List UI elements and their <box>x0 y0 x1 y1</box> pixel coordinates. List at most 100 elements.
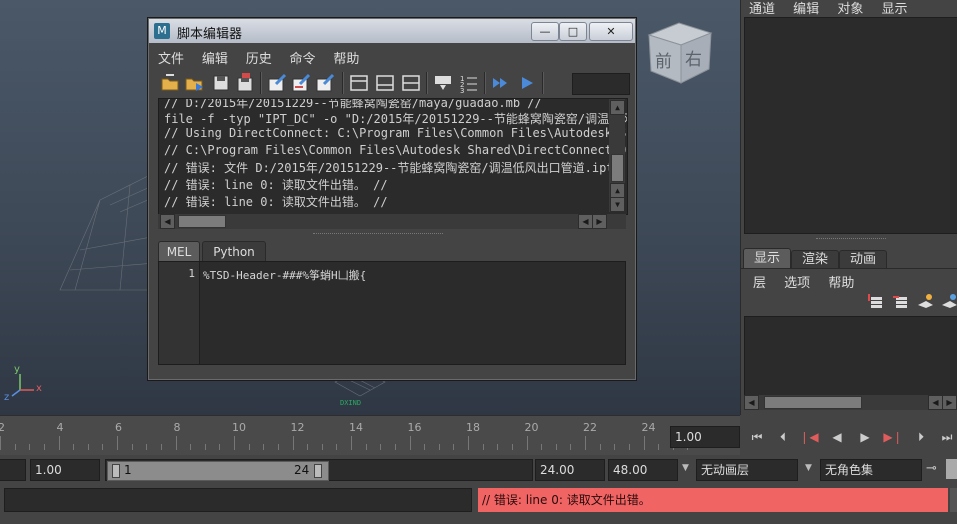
timeline-tick <box>482 444 484 450</box>
timeline-tick-label: 18 <box>466 421 480 434</box>
menu-file[interactable]: 文件 <box>158 52 184 67</box>
step-back-frame-icon[interactable]: ❘◀ <box>798 427 820 447</box>
command-input[interactable] <box>4 488 472 512</box>
channel-box-menu-edit[interactable]: 编辑 <box>793 2 819 17</box>
toolbar-search-field[interactable] <box>572 73 630 95</box>
range-handle-start[interactable] <box>112 464 120 478</box>
scroll-left-icon[interactable]: ◀ <box>744 395 759 410</box>
step-back-key-icon[interactable]: ⏴ <box>772 427 794 447</box>
save-script-icon[interactable] <box>210 72 232 94</box>
line-numbers-icon[interactable]: 123 <box>458 72 480 95</box>
menu-help[interactable]: 帮助 <box>333 52 359 67</box>
range-start-label: 1 <box>124 463 132 477</box>
channel-box-menu-channels[interactable]: 通道 <box>749 2 775 17</box>
script-editor-toggle[interactable] <box>950 488 957 512</box>
layer-list[interactable] <box>744 316 957 396</box>
timeline-tick <box>234 436 235 450</box>
character-set-dropdown-arrow-icon[interactable]: ▼ <box>805 463 812 473</box>
maya-app-icon: M <box>154 23 170 39</box>
step-forward-key-icon[interactable]: ⏵ <box>910 427 932 447</box>
pane-splitter[interactable] <box>313 233 443 237</box>
script-editor-titlebar[interactable]: M 脚本编辑器 — □ ✕ <box>149 19 635 43</box>
show-history-icon[interactable] <box>348 72 370 94</box>
open-script-icon[interactable] <box>160 72 182 94</box>
anim-layer-select[interactable]: 无动画层 <box>696 459 798 481</box>
layer-move-up-icon[interactable] <box>916 293 934 309</box>
play-backwards-icon[interactable]: ◀ <box>826 427 848 447</box>
timeline-tick-label: 16 <box>407 421 422 434</box>
layer-move-down-icon[interactable] <box>940 293 957 309</box>
layer-menu-options[interactable]: 选项 <box>784 276 810 291</box>
channel-box-menu-object[interactable]: 对象 <box>837 2 863 17</box>
menu-history[interactable]: 历史 <box>246 52 272 67</box>
start-field-stub[interactable] <box>0 459 26 481</box>
range-slider-bar[interactable]: 1 24 <box>107 461 329 481</box>
scroll-down-icon[interactable]: ▼ <box>610 197 625 212</box>
scroll-up-icon[interactable]: ▲ <box>610 183 625 198</box>
script-editor-toolbar: 123 <box>158 70 630 98</box>
source-script-icon[interactable] <box>184 72 206 94</box>
history-hscrollbar[interactable]: ◀ ◀ ▶ <box>158 214 626 229</box>
scroll-thumb[interactable] <box>611 154 624 182</box>
menu-edit[interactable]: 编辑 <box>202 52 228 67</box>
save-script-to-shelf-icon[interactable] <box>234 72 256 94</box>
time-slider[interactable]: 2 4 6 8 10 12 14 16 18 20 22 24 <box>0 415 740 456</box>
scroll-right-icon[interactable]: ▶ <box>592 214 607 229</box>
play-forwards-icon[interactable]: ▶ <box>854 427 876 447</box>
layer-menu-layers[interactable]: 层 <box>753 276 766 291</box>
step-forward-frame-icon[interactable]: ▶❘ <box>882 427 904 447</box>
script-code-line[interactable]: %TSD-Header-###%筝蛸H凵搬{ <box>203 267 366 283</box>
playback-end-field[interactable]: 24.00 <box>535 459 605 481</box>
anim-layer-dropdown-arrow-icon[interactable]: ▼ <box>682 463 689 473</box>
clear-all-icon[interactable] <box>314 72 336 94</box>
history-vscrollbar[interactable]: ▲ ▲ ▼ <box>609 99 625 212</box>
echo-all-commands-icon[interactable] <box>432 72 454 94</box>
new-layer-icon[interactable] <box>866 293 884 309</box>
go-to-start-icon[interactable]: ⏮ <box>746 427 768 447</box>
menu-command[interactable]: 命令 <box>290 52 316 67</box>
layer-list-hscrollbar[interactable]: ◀ ◀ ▶ <box>744 395 957 410</box>
splitter-handle[interactable] <box>816 238 886 242</box>
view-cube[interactable]: 前 右 <box>645 17 715 87</box>
execute-all-icon[interactable] <box>490 72 512 94</box>
minimize-button[interactable]: — <box>531 22 559 41</box>
range-handle-end[interactable] <box>314 464 322 478</box>
maximize-button[interactable]: □ <box>559 22 587 41</box>
close-button[interactable]: ✕ <box>589 22 633 41</box>
clear-history-icon[interactable] <box>266 72 288 94</box>
scroll-left-icon[interactable]: ◀ <box>578 214 593 229</box>
character-set-select[interactable]: 无角色集 <box>820 459 922 481</box>
scroll-right-icon[interactable]: ▶ <box>942 395 957 410</box>
script-editor-window: M 脚本编辑器 — □ ✕ 文件 编辑 历史 命令 帮助 1 2 3 // D:… <box>147 17 637 381</box>
layer-tab-anim[interactable]: 动画 <box>839 250 887 269</box>
scroll-up-icon[interactable]: ▲ <box>610 100 625 115</box>
channel-box-area[interactable] <box>744 17 957 234</box>
scroll-thumb[interactable] <box>178 215 226 228</box>
animation-end-field[interactable]: 48.00 <box>608 459 678 481</box>
scroll-left-icon[interactable]: ◀ <box>160 214 175 229</box>
new-layer-selected-icon[interactable] <box>891 293 909 309</box>
timeline-tick <box>117 436 118 450</box>
layer-tab-display[interactable]: 显示 <box>743 248 791 269</box>
clear-input-icon[interactable] <box>290 72 312 94</box>
key-icon[interactable]: ⊸ <box>926 461 937 476</box>
tab-mel[interactable]: MEL <box>158 241 200 262</box>
show-both-icon[interactable] <box>400 72 422 94</box>
timeline-tick <box>263 444 265 450</box>
timeline-tick <box>409 436 411 450</box>
range-slider[interactable]: 1 24 <box>105 459 533 481</box>
layer-menu-help[interactable]: 帮助 <box>828 276 854 291</box>
current-time-field[interactable]: 1.00 <box>670 426 740 448</box>
channel-box-menu-show[interactable]: 显示 <box>881 2 907 17</box>
animation-start-field[interactable]: 1.00 <box>30 459 100 481</box>
layer-tab-render[interactable]: 渲染 <box>791 250 839 269</box>
auto-key-icon[interactable] <box>946 459 957 479</box>
tab-python[interactable]: Python <box>202 241 266 262</box>
script-input-pane[interactable]: 1 %TSD-Header-###%筝蛸H凵搬{ <box>158 261 626 365</box>
scroll-thumb[interactable] <box>764 396 862 409</box>
execute-icon[interactable] <box>516 72 538 94</box>
show-input-icon[interactable] <box>374 72 396 94</box>
history-pane[interactable]: // D:/2015年/20151229--节能蜂窝陶瓷窑/maya/guada… <box>158 98 628 215</box>
go-to-end-icon[interactable]: ⏭ <box>936 427 957 447</box>
scroll-left-icon[interactable]: ◀ <box>928 395 943 410</box>
